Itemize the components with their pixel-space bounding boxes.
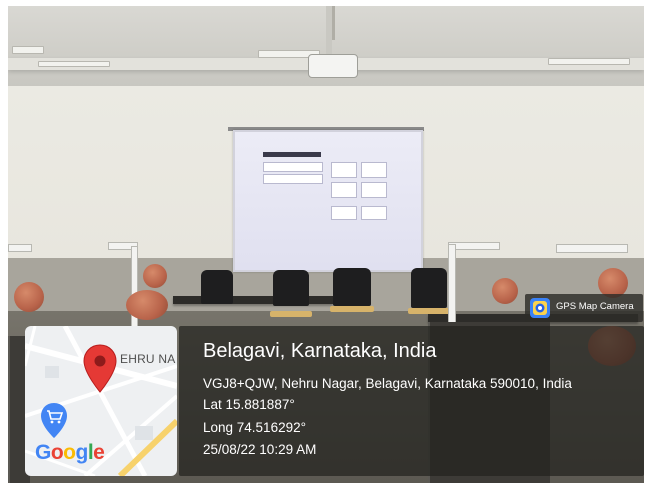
chair <box>333 268 371 306</box>
map-street-label: EHRU NA <box>120 352 176 366</box>
shopping-cart-pin-icon <box>41 403 67 438</box>
dental-unit-pole <box>448 244 456 330</box>
conduit <box>332 6 335 40</box>
desk <box>173 296 333 304</box>
dental-mannequin <box>492 278 518 304</box>
screen-ui-item <box>263 174 323 184</box>
chair <box>411 268 447 308</box>
screen-ui-bar <box>263 152 321 157</box>
dental-mannequin <box>143 264 167 288</box>
dental-unit-arm <box>556 244 628 253</box>
projector <box>308 54 358 78</box>
address-text: VGJ8+QJW, Nehru Nagar, Belagavi, Karnata… <box>203 376 572 391</box>
screen-ui-tile <box>361 162 387 178</box>
datetime-text: 25/08/22 10:29 AM <box>203 442 317 457</box>
chair-seat <box>270 311 312 317</box>
ceiling-light <box>38 61 110 67</box>
chair-seat <box>330 306 374 312</box>
screen-ui-tile <box>331 206 357 220</box>
screen-ui-item <box>263 162 323 172</box>
chair <box>273 270 309 306</box>
map-thumbnail[interactable]: EHRU NA Google <box>25 326 177 476</box>
place-title: Belagavi, Karnataka, India <box>203 340 437 362</box>
screen-ui-tile <box>331 162 357 178</box>
dental-mannequin <box>126 290 168 320</box>
projection-screen <box>233 130 423 272</box>
screen-ui-tile <box>331 182 357 198</box>
chair-seat <box>408 308 450 314</box>
dental-mannequin <box>14 282 44 312</box>
screen-ui-tile <box>361 182 387 198</box>
gps-map-camera-badge: GPS Map Camera <box>525 294 643 322</box>
ceiling-light <box>12 46 44 54</box>
map-pin-icon <box>83 344 117 393</box>
gps-map-camera-icon <box>530 298 550 318</box>
chair <box>201 270 233 304</box>
google-logo: Google <box>35 441 105 464</box>
ceiling-light <box>548 58 630 65</box>
latitude-text: Lat 15.881887° <box>203 397 295 412</box>
dental-unit-arm <box>8 244 32 252</box>
projector-mount <box>326 6 332 54</box>
location-info-panel: Belagavi, Karnataka, India VGJ8+QJW, Neh… <box>179 326 644 476</box>
screen-ui-tile <box>361 206 387 220</box>
gps-map-camera-label: GPS Map Camera <box>556 301 634 312</box>
longitude-text: Long 74.516292° <box>203 420 306 435</box>
